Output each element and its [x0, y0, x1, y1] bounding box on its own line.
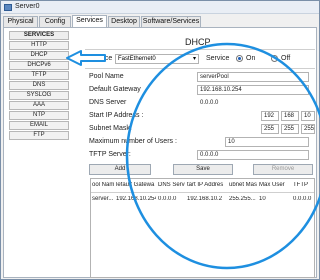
- start-ip-octet-1[interactable]: 192: [261, 111, 279, 121]
- service-label: Service: [206, 55, 230, 62]
- subnet-mask-octet-3[interactable]: 255: [301, 124, 315, 134]
- dns-server-field[interactable]: 0.0.0.0: [197, 98, 309, 108]
- tftp-server-field[interactable]: 0.0.0.0: [197, 150, 309, 160]
- tab-software-services[interactable]: Software/Services: [141, 16, 201, 27]
- sidebar-item-ftp[interactable]: FTP: [9, 131, 69, 140]
- server-icon: [4, 4, 12, 11]
- service-off-label: Off: [281, 55, 291, 62]
- column-header[interactable]: TFTP: [293, 182, 314, 188]
- column-header[interactable]: Max User: [259, 182, 289, 188]
- tftp-server-label: TFTP Server:: [89, 151, 131, 158]
- save-button[interactable]: Save: [173, 164, 233, 175]
- sidebar-item-syslog[interactable]: SYSLOG: [9, 91, 69, 100]
- title-bar: Server0: [1, 1, 319, 14]
- table-cell: 0.0.0.0: [158, 196, 177, 202]
- table-cell: 0.0.0.0: [293, 196, 312, 202]
- dhcp-panel: DHCP Interface FastEthernet0 ▾ Service O…: [85, 33, 315, 278]
- window-title: Server0: [15, 3, 40, 10]
- table-cell: 255.255...: [229, 196, 256, 202]
- remove-button[interactable]: Remove: [253, 164, 313, 175]
- start-ip-label: Start IP Address :: [89, 112, 144, 119]
- server-window: Server0 Physical Config Services Desktop…: [0, 0, 320, 280]
- service-on-radio[interactable]: [236, 55, 243, 62]
- start-ip-octet-2[interactable]: 168: [281, 111, 299, 121]
- subnet-mask-label: Subnet Mask:: [89, 125, 132, 132]
- sidebar-item-dhcpv6[interactable]: DHCPv6: [9, 61, 69, 70]
- table-cell: server...: [92, 196, 114, 202]
- column-header[interactable]: tart IP Addres: [187, 182, 227, 188]
- pool-table: ool Nam lefault Gatewa DNS Serve tart IP…: [90, 178, 315, 278]
- table-header: ool Nam lefault Gatewa DNS Serve tart IP…: [91, 179, 314, 193]
- chevron-down-icon: ▾: [192, 56, 196, 62]
- start-ip-octet-3[interactable]: 10: [301, 111, 315, 121]
- sidebar-item-dhcp[interactable]: DHCP: [9, 51, 69, 60]
- interface-select[interactable]: FastEthernet0 ▾: [115, 54, 199, 64]
- max-users-label: Maximum number of Users :: [89, 138, 177, 145]
- tab-services[interactable]: Services: [72, 15, 107, 27]
- service-on-label: On: [246, 55, 256, 62]
- subnet-mask-octet-2[interactable]: 255: [281, 124, 299, 134]
- pool-name-field[interactable]: serverPool: [197, 72, 309, 82]
- page-title: DHCP: [185, 37, 211, 47]
- service-off-radio[interactable]: [271, 55, 278, 62]
- table-cell: 192.168.10.2: [187, 196, 223, 202]
- sidebar-item-aaa[interactable]: AAA: [9, 101, 69, 110]
- divider: [85, 68, 315, 69]
- column-header[interactable]: ubnet Mas: [229, 182, 257, 188]
- interface-label: Interface: [85, 55, 113, 62]
- table-row[interactable]: server... 192.168.10.254 0.0.0.0 192.168…: [91, 196, 314, 207]
- sidebar-item-dns[interactable]: DNS: [9, 81, 69, 90]
- column-header[interactable]: lefault Gatewa: [116, 182, 156, 188]
- tab-desktop[interactable]: Desktop: [108, 16, 140, 27]
- column-header[interactable]: DNS Serve: [158, 182, 185, 188]
- table-cell: 10: [259, 196, 266, 202]
- interface-value: FastEthernet0: [118, 56, 156, 62]
- divider: [85, 49, 315, 50]
- table-cell: 192.168.10.254: [116, 196, 156, 202]
- sidebar-header: SERVICES: [9, 31, 69, 40]
- default-gateway-label: Default Gateway: [89, 86, 141, 93]
- add-button[interactable]: Add: [89, 164, 151, 175]
- default-gateway-field[interactable]: 192.168.10.254: [197, 85, 309, 95]
- tab-config[interactable]: Config: [39, 16, 71, 27]
- dns-server-label: DNS Server: [89, 99, 127, 106]
- sidebar-item-email[interactable]: EMAIL: [9, 121, 69, 130]
- sidebar-item-http[interactable]: HTTP: [9, 41, 69, 50]
- pool-name-label: Pool Name: [89, 73, 124, 80]
- sidebar-item-ntp[interactable]: NTP: [9, 111, 69, 120]
- subnet-mask-octet-1[interactable]: 255: [261, 124, 279, 134]
- tab-physical[interactable]: Physical: [3, 16, 38, 27]
- max-users-field[interactable]: 10: [225, 137, 309, 147]
- column-header[interactable]: ool Nam: [92, 182, 114, 188]
- sidebar-item-tftp[interactable]: TFTP: [9, 71, 69, 80]
